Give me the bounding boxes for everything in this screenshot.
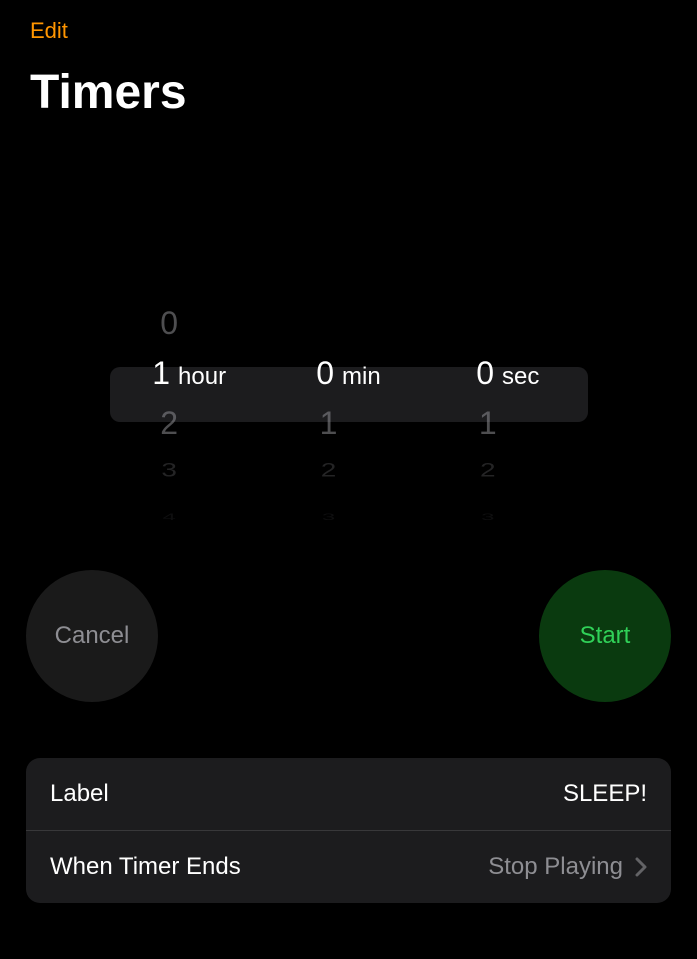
hours-picker-column[interactable]: 0 1 hour 2 3 4	[110, 300, 269, 540]
picker-min-option	[324, 305, 333, 342]
picker-sec-unit: sec	[502, 363, 539, 391]
picker-sec-option: 1	[479, 405, 497, 442]
picker-sec-selected: 0	[476, 355, 494, 392]
label-row-value: SLEEP!	[563, 780, 647, 808]
cancel-button[interactable]: Cancel	[26, 570, 158, 702]
picker-hour-selected: 1	[152, 355, 170, 392]
start-button[interactable]: Start	[539, 570, 671, 702]
picker-min-option: 1	[320, 405, 338, 442]
picker-sec-option	[483, 305, 492, 342]
edit-button[interactable]: Edit	[30, 18, 68, 44]
picker-min-unit: min	[342, 363, 381, 391]
label-row[interactable]: Label SLEEP!	[26, 758, 671, 830]
time-picker[interactable]: 0 1 hour 2 3 4 0 min 1 2 3	[110, 300, 588, 540]
picker-hour-unit: hour	[178, 363, 226, 391]
picker-min-option: 2	[321, 459, 337, 481]
picker-hour-option: 4	[162, 511, 175, 522]
picker-sec-option: 3	[481, 511, 494, 522]
minutes-picker-column[interactable]: 0 min 1 2 3	[269, 300, 428, 540]
timer-settings-list: Label SLEEP! When Timer Ends Stop Playin…	[26, 758, 671, 903]
picker-min-option: 3	[322, 511, 335, 522]
picker-sec-option: 2	[480, 459, 496, 481]
label-row-title: Label	[50, 780, 109, 808]
seconds-picker-column[interactable]: 0 sec 1 2 3	[428, 300, 587, 540]
picker-hour-option: 2	[160, 405, 178, 442]
picker-hour-option: 3	[161, 459, 177, 481]
when-timer-ends-title: When Timer Ends	[50, 853, 241, 881]
picker-hour-option: 0	[160, 305, 178, 342]
picker-min-selected: 0	[316, 355, 334, 392]
when-timer-ends-row[interactable]: When Timer Ends Stop Playing	[26, 830, 671, 903]
page-title: Timers	[30, 65, 187, 120]
when-timer-ends-value: Stop Playing	[488, 853, 623, 881]
chevron-right-icon	[635, 857, 647, 877]
